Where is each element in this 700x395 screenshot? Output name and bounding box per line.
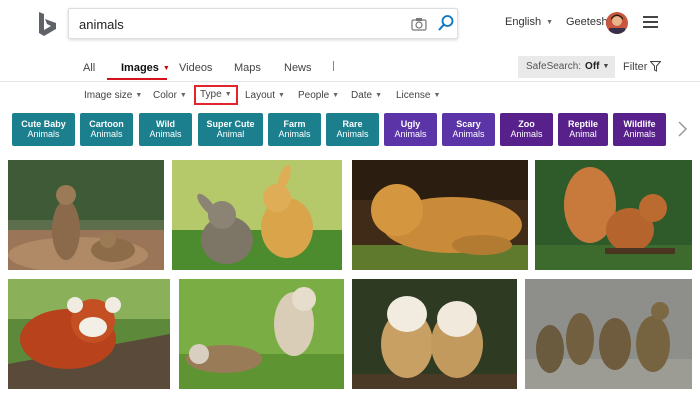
- chip-line2: Animals: [149, 129, 182, 139]
- filter-image-size[interactable]: Image size ▼: [84, 90, 142, 101]
- active-tab-indicator: [107, 78, 167, 80]
- search-box: [68, 8, 458, 39]
- image-result-lion-cub[interactable]: [352, 160, 528, 270]
- filter-people[interactable]: People ▼: [298, 90, 339, 101]
- tab-all[interactable]: All: [83, 62, 95, 74]
- image-result-red-panda[interactable]: [8, 279, 170, 389]
- search-icon[interactable]: [437, 14, 455, 32]
- filter-label: Layout: [245, 90, 276, 101]
- chip-ugly-animals[interactable]: Ugly Animals: [384, 113, 437, 146]
- chevron-down-icon: ▼: [278, 92, 285, 99]
- image-result-prairie-dogs[interactable]: [8, 160, 164, 270]
- camera-icon[interactable]: [411, 16, 427, 32]
- chip-line1: Cartoon: [89, 119, 124, 129]
- chip-line1: Wildlife: [623, 119, 656, 129]
- safesearch-label: SafeSearch:: [526, 61, 582, 72]
- tab-maps[interactable]: Maps: [234, 62, 261, 74]
- chip-line2: Animals: [90, 129, 123, 139]
- user-name[interactable]: Geetesh: [566, 16, 608, 28]
- chip-rare-animals[interactable]: Rare Animals: [326, 113, 379, 146]
- filter-color[interactable]: Color ▼: [153, 90, 187, 101]
- chip-line1: Cute Baby: [21, 119, 66, 129]
- chip-line2: Animals: [623, 129, 656, 139]
- chip-line1: Zoo: [518, 119, 535, 129]
- chip-scary-animals[interactable]: Scary Animals: [442, 113, 495, 146]
- category-chips: Cute Baby Animals Cartoon Animals Wild Anim…: [0, 113, 700, 147]
- filter-license[interactable]: License ▼: [396, 90, 440, 101]
- chip-super-cute-animal[interactable]: Super Cute Animal: [198, 113, 263, 146]
- chevron-down-icon: ▼: [224, 91, 232, 98]
- chip-wild-animals[interactable]: Wild Animals: [139, 113, 192, 146]
- language-selector[interactable]: English ▼: [505, 16, 553, 28]
- filter-label: Filter: [623, 61, 648, 73]
- image-result-ferrets[interactable]: [179, 279, 344, 389]
- chevron-down-icon: ▼: [135, 92, 143, 99]
- chevron-down-icon: ▼: [162, 65, 170, 72]
- filter-button[interactable]: Filter: [623, 61, 663, 73]
- image-result-barn-owls[interactable]: [352, 279, 517, 389]
- filter-label: Color: [153, 90, 177, 101]
- chevron-down-icon: ▼: [332, 92, 340, 99]
- chevron-down-icon: ▼: [433, 92, 441, 99]
- chevron-right-icon[interactable]: [676, 121, 688, 137]
- chip-line1: Super Cute: [206, 119, 255, 129]
- search-input[interactable]: [79, 14, 399, 34]
- filter-layout[interactable]: Layout ▼: [245, 90, 285, 101]
- chip-line1: Farm: [283, 119, 306, 129]
- chip-line2: Animals: [452, 129, 485, 139]
- chevron-down-icon: ▼: [375, 92, 383, 99]
- safesearch-value: Off: [585, 61, 600, 72]
- tab-images-label: Images: [121, 62, 159, 74]
- chevron-down-icon: ▼: [546, 19, 554, 26]
- filter-row: Image size ▼ Color ▼ Type ▼ Layout ▼ People ▼…: [0, 83, 700, 107]
- chip-line2: Animals: [510, 129, 543, 139]
- chip-line1: Ugly: [400, 119, 421, 129]
- chip-line1: Rare: [342, 119, 363, 129]
- chip-line2: Animals: [336, 129, 369, 139]
- chip-farm-animals[interactable]: Farm Animals: [268, 113, 321, 146]
- filter-type[interactable]: Type ▼: [194, 85, 238, 105]
- filter-label: Type: [200, 89, 222, 100]
- tab-videos[interactable]: Videos: [179, 62, 212, 74]
- hamburger-menu-icon[interactable]: [643, 16, 658, 29]
- chip-cartoon-animals[interactable]: Cartoon Animals: [80, 113, 133, 146]
- chevron-down-icon: ▼: [179, 92, 187, 99]
- chip-line2: Animals: [27, 129, 60, 139]
- filter-date[interactable]: Date ▼: [351, 90, 382, 101]
- chip-reptile-animal[interactable]: Reptile Animal: [558, 113, 608, 146]
- image-result-squirrel[interactable]: [535, 160, 692, 270]
- funnel-icon: [649, 61, 663, 72]
- image-result-ducklings[interactable]: [525, 279, 692, 389]
- tab-news[interactable]: News: [284, 62, 312, 74]
- header: English ▼ Geetesh: [0, 0, 700, 50]
- filter-label: Date: [351, 90, 373, 101]
- chip-line1: Wild: [156, 119, 175, 129]
- filter-label: Image size: [84, 90, 133, 101]
- tab-images[interactable]: Images ▼: [121, 62, 170, 74]
- chip-line2: Animal: [569, 129, 597, 139]
- chip-line2: Animals: [394, 129, 427, 139]
- safesearch-toggle[interactable]: SafeSearch: Off ▼: [518, 56, 615, 78]
- chip-line1: Scary: [456, 119, 481, 129]
- filter-label: License: [396, 90, 431, 101]
- chip-wildlife-animals[interactable]: Wildlife Animals: [613, 113, 666, 146]
- chip-cute-baby-animals[interactable]: Cute Baby Animals: [12, 113, 75, 146]
- chip-line2: Animals: [278, 129, 311, 139]
- chip-line2: Animal: [216, 129, 245, 139]
- chip-line1: Reptile: [567, 119, 598, 129]
- divider: [333, 61, 334, 71]
- chevron-down-icon: ▼: [602, 63, 610, 70]
- image-result-bunnies[interactable]: [172, 160, 342, 270]
- bing-logo-icon[interactable]: [36, 11, 60, 37]
- avatar[interactable]: [606, 12, 628, 34]
- language-label: English: [505, 16, 542, 28]
- filter-label: People: [298, 90, 330, 101]
- chip-zoo-animals[interactable]: Zoo Animals: [500, 113, 553, 146]
